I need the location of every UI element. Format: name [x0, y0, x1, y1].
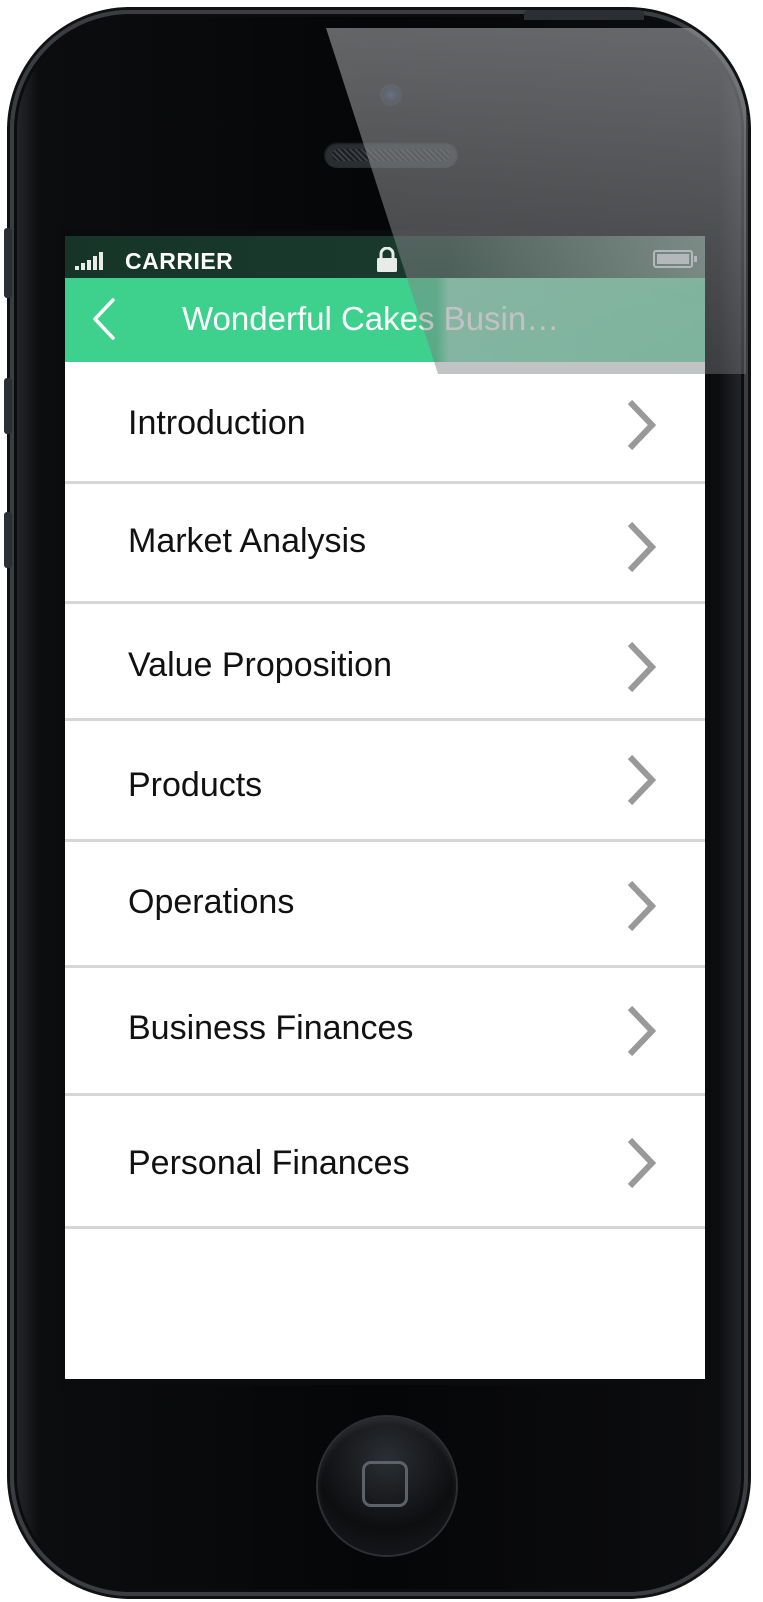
menu-item-introduction[interactable]: Introduction: [65, 362, 705, 484]
home-button-icon: [362, 1461, 408, 1507]
page-title: Wonderful Cakes Busin…: [182, 300, 560, 337]
phone-frame: CARRIER Wonderful Cakes Busin… Introduct…: [10, 10, 748, 1596]
mute-switch[interactable]: [4, 228, 12, 298]
earpiece-speaker: [324, 142, 458, 168]
menu-item-products[interactable]: Products: [65, 721, 705, 842]
menu-item-value-proposition[interactable]: Value Proposition: [65, 604, 705, 721]
menu-item-label: Products: [128, 766, 263, 804]
menu-item-label: Value Proposition: [128, 646, 392, 684]
menu-item-operations[interactable]: Operations: [65, 842, 705, 968]
menu-item-label: Operations: [128, 883, 295, 921]
chevron-right-icon: [627, 1005, 657, 1057]
chevron-right-icon: [627, 754, 657, 806]
front-camera: [380, 84, 402, 106]
chevron-right-icon: [627, 399, 657, 451]
signal-bars-icon: [75, 252, 103, 270]
battery-icon: [653, 250, 697, 268]
power-button[interactable]: [524, 10, 644, 20]
lock-icon: [377, 247, 397, 272]
volume-up-button[interactable]: [4, 378, 12, 434]
chevron-right-icon: [627, 641, 657, 693]
menu-item-personal-finances[interactable]: Personal Finances: [65, 1096, 705, 1229]
menu-item-market-analysis[interactable]: Market Analysis: [65, 484, 705, 604]
home-button[interactable]: [318, 1417, 456, 1555]
menu-item-business-finances[interactable]: Business Finances: [65, 968, 705, 1096]
chevron-right-icon: [627, 1137, 657, 1189]
menu-list: Introduction Market Analysis Value Propo…: [65, 362, 705, 1229]
back-button[interactable]: [85, 294, 125, 344]
chevron-right-icon: [627, 880, 657, 932]
carrier-label: CARRIER: [125, 248, 234, 274]
screen: CARRIER Wonderful Cakes Busin… Introduct…: [65, 236, 705, 1379]
volume-down-button[interactable]: [4, 512, 12, 568]
navigation-bar: Wonderful Cakes Busin…: [65, 278, 705, 362]
menu-item-label: Personal Finances: [128, 1144, 410, 1182]
status-bar: CARRIER: [65, 236, 705, 278]
menu-item-label: Business Finances: [128, 1009, 414, 1047]
chevron-right-icon: [627, 521, 657, 573]
menu-item-label: Market Analysis: [128, 522, 367, 560]
menu-item-label: Introduction: [128, 404, 306, 442]
